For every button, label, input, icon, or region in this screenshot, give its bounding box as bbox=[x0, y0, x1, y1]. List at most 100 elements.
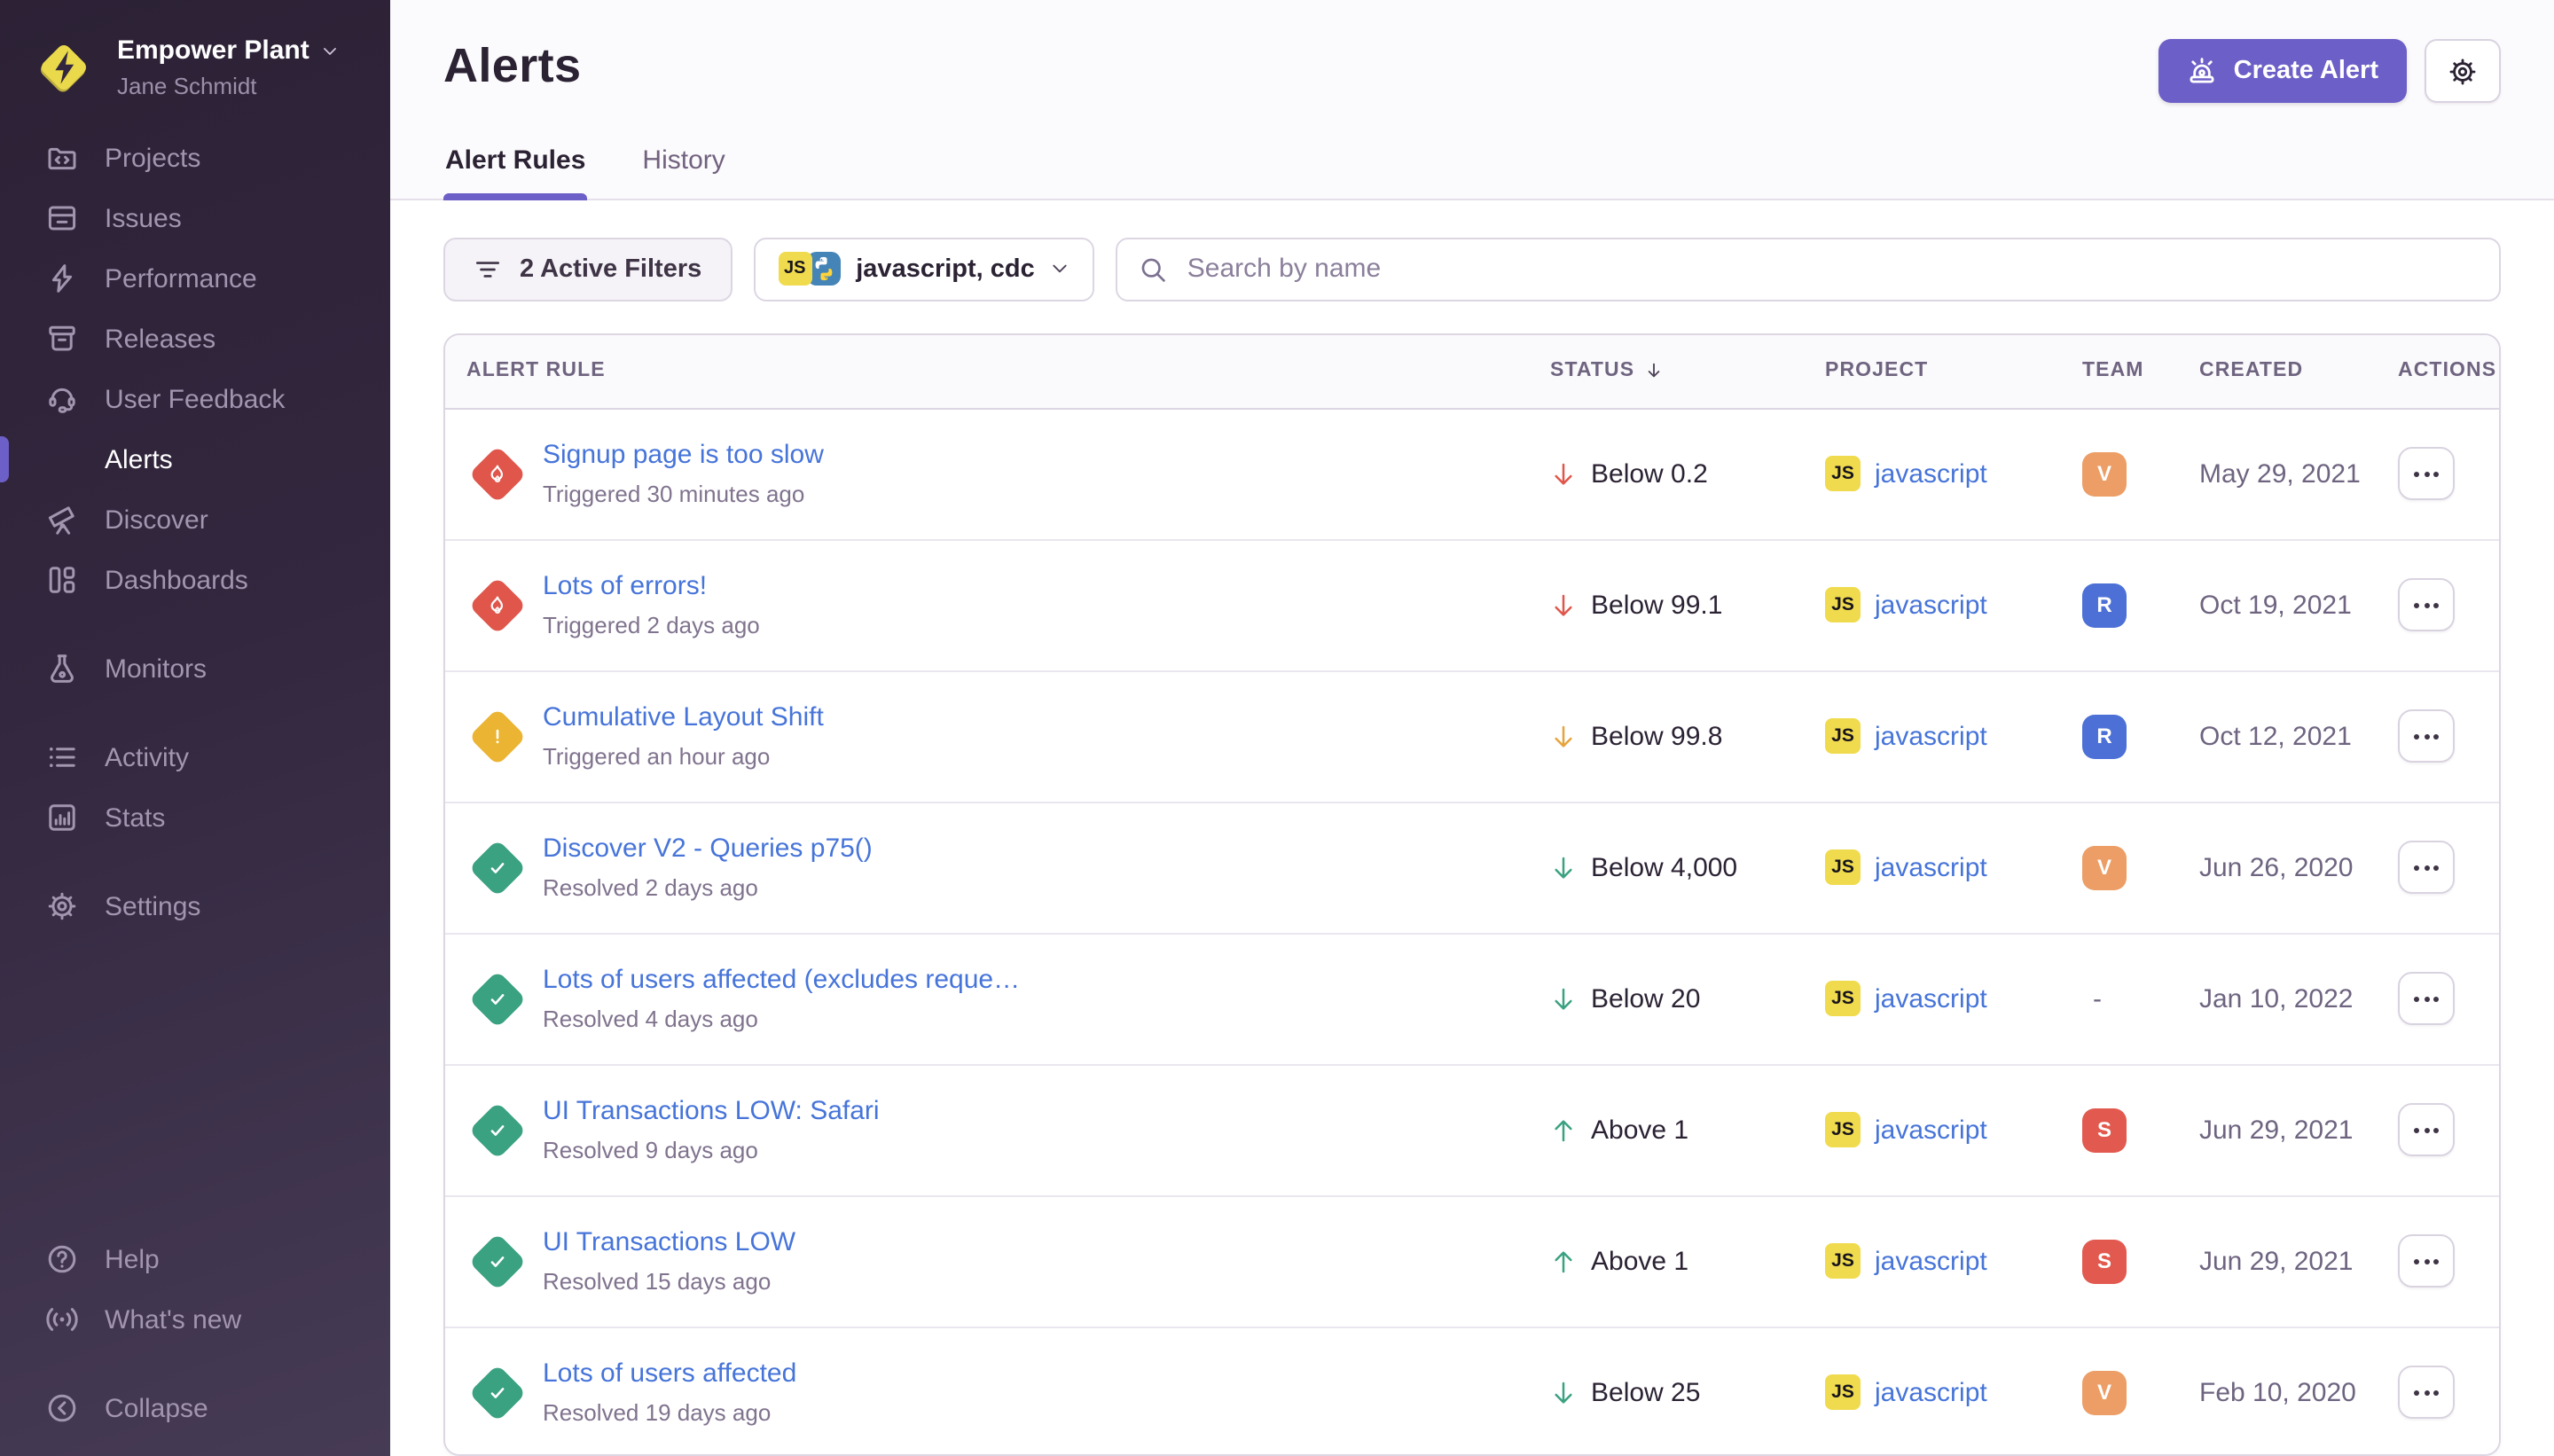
row-actions-button[interactable] bbox=[2398, 972, 2455, 1025]
search-input[interactable] bbox=[1184, 253, 2478, 286]
project-selector[interactable]: JS javascript, cdc bbox=[753, 238, 1095, 301]
alert-rule-link[interactable]: Lots of errors! bbox=[543, 569, 760, 605]
project-link[interactable]: javascript bbox=[1875, 983, 1987, 1014]
severity-diamond-icon bbox=[466, 1100, 527, 1160]
sidebar-nav-group: ActivityStats bbox=[0, 727, 390, 848]
project-link[interactable]: javascript bbox=[1875, 852, 1987, 882]
team-avatar: S bbox=[2082, 1239, 2127, 1283]
monitors-icon bbox=[46, 653, 78, 685]
chevron-down-icon bbox=[1051, 260, 1070, 279]
project-link[interactable]: javascript bbox=[1875, 721, 1987, 751]
row-actions-button[interactable] bbox=[2398, 1234, 2455, 1288]
sidebar-item-performance[interactable]: Performance bbox=[0, 248, 390, 309]
status-value: Above 1 bbox=[1591, 1246, 1688, 1276]
sidebar-item-user-feedback[interactable]: User Feedback bbox=[0, 369, 390, 429]
severity-diamond-icon bbox=[466, 1231, 527, 1291]
org-text: Empower Plant Jane Schmidt bbox=[117, 35, 340, 99]
severity-diamond-icon bbox=[466, 706, 527, 766]
sidebar-item-label: What's new bbox=[105, 1304, 241, 1335]
sidebar: Empower Plant Jane Schmidt ProjectsIssue… bbox=[0, 0, 390, 1456]
severity-diamond-icon bbox=[466, 968, 527, 1029]
alert-rule-link[interactable]: Lots of users affected (excludes reque… bbox=[543, 963, 1020, 998]
table-row: Lots of errors! Triggered 2 days ago Bel… bbox=[445, 538, 2499, 669]
created-date: Oct 19, 2021 bbox=[2199, 590, 2352, 620]
sidebar-nav-group: Settings bbox=[0, 876, 390, 936]
team-avatar: R bbox=[2082, 583, 2127, 627]
team-avatar: V bbox=[2082, 451, 2127, 496]
table-row: Cumulative Layout Shift Triggered an hou… bbox=[445, 669, 2499, 801]
sidebar-nav-group: Collapse bbox=[0, 1378, 390, 1438]
table-row: Discover V2 - Queries p75() Resolved 2 d… bbox=[445, 801, 2499, 932]
project-link[interactable]: javascript bbox=[1875, 1115, 1987, 1145]
org-switcher[interactable]: Empower Plant Jane Schmidt bbox=[0, 0, 390, 99]
team-avatar: S bbox=[2082, 1108, 2127, 1152]
project-link[interactable]: javascript bbox=[1875, 1377, 1987, 1407]
sidebar-item-what-s-new[interactable]: What's new bbox=[0, 1289, 390, 1350]
row-actions-button[interactable] bbox=[2398, 709, 2455, 763]
trend-arrow-icon bbox=[1550, 1246, 1577, 1276]
sidebar-item-activity[interactable]: Activity bbox=[0, 727, 390, 787]
trend-arrow-icon bbox=[1550, 1115, 1577, 1145]
column-header-created[interactable]: CREATED bbox=[2192, 360, 2398, 381]
filter-bar: 2 Active Filters JS javascript, cdc bbox=[443, 238, 2501, 301]
sidebar-item-collapse[interactable]: Collapse bbox=[0, 1378, 390, 1438]
row-actions-button[interactable] bbox=[2398, 447, 2455, 500]
team-avatar: V bbox=[2082, 845, 2127, 889]
column-header-alert-rule[interactable]: ALERT RULE bbox=[445, 360, 1516, 381]
row-actions-button[interactable] bbox=[2398, 1103, 2455, 1156]
sidebar-item-help[interactable]: Help bbox=[0, 1229, 390, 1289]
alerts-settings-button[interactable] bbox=[2425, 39, 2501, 103]
sidebar-item-monitors[interactable]: Monitors bbox=[0, 638, 390, 699]
sidebar-item-alerts[interactable]: Alerts bbox=[0, 429, 390, 489]
search-box[interactable] bbox=[1116, 238, 2501, 301]
alert-rule-link[interactable]: Cumulative Layout Shift bbox=[543, 701, 824, 736]
javascript-platform-icon: JS bbox=[1825, 718, 1861, 754]
sidebar-item-label: Monitors bbox=[105, 654, 207, 684]
table-header-row: ALERT RULE STATUS PROJECT TEAM CREATED A… bbox=[445, 334, 2499, 409]
active-filters-button[interactable]: 2 Active Filters bbox=[443, 238, 732, 301]
row-actions-button[interactable] bbox=[2398, 841, 2455, 894]
row-actions-button[interactable] bbox=[2398, 578, 2455, 631]
sidebar-item-label: Alerts bbox=[105, 444, 173, 474]
column-header-project[interactable]: PROJECT bbox=[1816, 360, 2073, 381]
alert-rule-link[interactable]: Discover V2 - Queries p75() bbox=[543, 832, 873, 867]
alert-rule-subtext: Resolved 2 days ago bbox=[543, 874, 873, 903]
alert-rule-link[interactable]: Lots of users affected bbox=[543, 1357, 796, 1392]
sidebar-item-releases[interactable]: Releases bbox=[0, 309, 390, 369]
created-date: Feb 10, 2020 bbox=[2199, 1377, 2356, 1407]
sidebar-item-dashboards[interactable]: Dashboards bbox=[0, 550, 390, 610]
created-date: Jan 10, 2022 bbox=[2199, 983, 2354, 1014]
tab-alert-rules[interactable]: Alert Rules bbox=[443, 145, 587, 199]
sidebar-nav-group: Help What's new bbox=[0, 1229, 390, 1350]
project-link[interactable]: javascript bbox=[1875, 1246, 1987, 1276]
gear-icon bbox=[2448, 56, 2478, 86]
alert-rule-link[interactable]: UI Transactions LOW bbox=[543, 1225, 795, 1261]
sidebar-item-issues[interactable]: Issues bbox=[0, 188, 390, 248]
status-value: Below 99.1 bbox=[1591, 590, 1722, 620]
alert-rule-subtext: Resolved 9 days ago bbox=[543, 1137, 880, 1165]
sidebar-item-settings[interactable]: Settings bbox=[0, 876, 390, 936]
alerts-icon bbox=[46, 443, 78, 475]
sidebar-item-stats[interactable]: Stats bbox=[0, 787, 390, 848]
sort-descending-icon bbox=[1643, 360, 1663, 381]
trend-arrow-icon bbox=[1550, 1377, 1577, 1407]
column-header-team[interactable]: TEAM bbox=[2073, 360, 2192, 381]
sidebar-item-discover[interactable]: Discover bbox=[0, 489, 390, 550]
tab-history[interactable]: History bbox=[640, 145, 726, 199]
create-alert-button[interactable]: Create Alert bbox=[2159, 39, 2407, 103]
javascript-platform-icon: JS bbox=[1825, 587, 1861, 622]
siren-icon bbox=[2188, 56, 2218, 86]
performance-icon bbox=[46, 262, 78, 294]
whats-new-icon bbox=[46, 1303, 78, 1335]
sidebar-item-label: Discover bbox=[105, 505, 208, 535]
alert-rule-link[interactable]: UI Transactions LOW: Safari bbox=[543, 1094, 880, 1130]
alert-rule-link[interactable]: Signup page is too slow bbox=[543, 438, 824, 474]
table-row: UI Transactions LOW: Safari Resolved 9 d… bbox=[445, 1063, 2499, 1194]
team-avatar: R bbox=[2082, 714, 2127, 758]
sidebar-item-projects[interactable]: Projects bbox=[0, 128, 390, 188]
project-link[interactable]: javascript bbox=[1875, 590, 1987, 620]
project-link[interactable]: javascript bbox=[1875, 458, 1987, 489]
help-icon bbox=[46, 1243, 78, 1275]
row-actions-button[interactable] bbox=[2398, 1366, 2455, 1419]
column-header-status[interactable]: STATUS bbox=[1516, 360, 1816, 381]
